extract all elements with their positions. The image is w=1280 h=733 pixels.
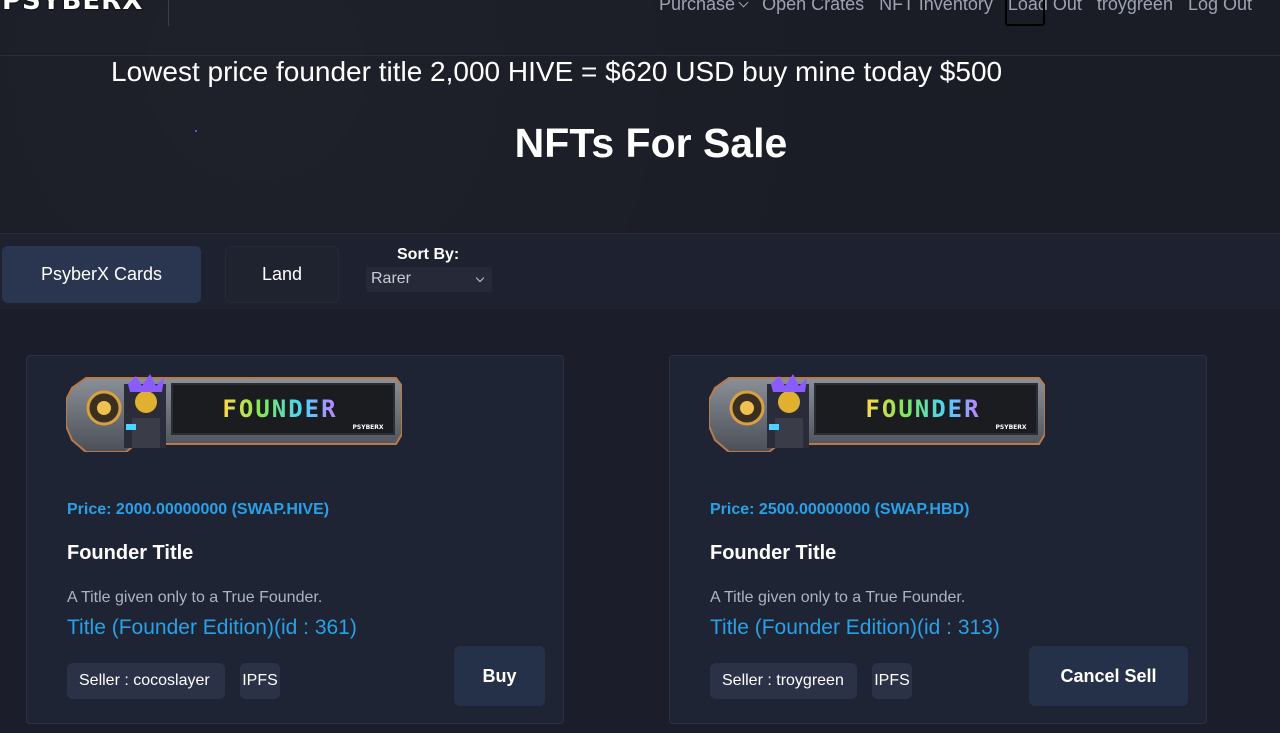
nav-purchase-label: Purchase <box>659 0 736 14</box>
ipfs-badge[interactable]: IPFS <box>240 663 280 699</box>
logo[interactable]: PSYBERX <box>2 0 143 16</box>
promo-text: Lowest price founder title 2,000 HIVE = … <box>111 56 1003 87</box>
page-title: NFTs For Sale <box>514 120 788 166</box>
card-edition-link[interactable]: Title (Founder Edition)(id : 313) <box>710 616 1000 640</box>
banner-founder-text: FOUNDER <box>222 395 337 423</box>
tab-land[interactable]: Land <box>225 246 339 303</box>
card-description: A Title given only to a True Founder. <box>710 589 966 606</box>
sort-select[interactable]: Rarer <box>366 267 492 292</box>
chevron-down-icon <box>738 0 749 8</box>
cancel-sell-button[interactable]: Cancel Sell <box>1029 646 1188 706</box>
seller-badge[interactable]: Seller : cocoslayer <box>67 663 225 699</box>
focus-box <box>1005 0 1045 26</box>
nft-card: FOUNDER PSYBERX Price: 2500.00000000 (SW… <box>669 355 1207 724</box>
navbar: PSYBERX Purchase Open Crates NFT Invento… <box>0 0 1280 56</box>
ipfs-badge[interactable]: IPFS <box>872 663 912 699</box>
nav-log-out[interactable]: Log Out <box>1188 0 1252 15</box>
card-edition-link[interactable]: Title (Founder Edition)(id : 361) <box>67 616 357 640</box>
sort-value: Rarer <box>371 270 412 287</box>
nav-purchase[interactable]: Purchase <box>659 0 749 15</box>
nav-divider <box>168 0 169 26</box>
nav-links: Purchase Open Crates NFT Inventory Load … <box>659 0 1252 15</box>
banner-brand-text: PSYBERX <box>996 424 1027 431</box>
chevron-down-icon <box>475 273 485 283</box>
card-description: A Title given only to a True Founder. <box>67 589 323 606</box>
buy-button[interactable]: Buy <box>454 646 545 706</box>
card-title: Founder Title <box>67 542 194 564</box>
seller-badge[interactable]: Seller : troygreen <box>710 663 857 699</box>
nft-card: FOUNDER PSYBERX Price: 2000.00000000 (SW… <box>26 355 564 724</box>
nav-open-crates[interactable]: Open Crates <box>762 0 864 15</box>
filter-bar: PsyberX Cards Land <box>0 233 1280 309</box>
card-title: Founder Title <box>710 542 837 564</box>
header-area: PSYBERX Purchase Open Crates NFT Invento… <box>0 0 1280 232</box>
banner-brand-text: PSYBERX <box>353 424 384 431</box>
sort-label: Sort By: <box>397 246 460 263</box>
founder-banner-image: FOUNDER PSYBERX <box>66 374 402 452</box>
nav-nft-inventory[interactable]: NFT Inventory <box>879 0 993 15</box>
founder-banner-image: FOUNDER PSYBERX <box>709 374 1045 452</box>
price: Price: 2500.00000000 (SWAP.HBD) <box>710 501 970 518</box>
tab-psyberx-cards[interactable]: PsyberX Cards <box>2 246 201 303</box>
banner-founder-text: FOUNDER <box>865 395 980 423</box>
nav-user[interactable]: troygreen <box>1097 0 1173 15</box>
price: Price: 2000.00000000 (SWAP.HIVE) <box>67 501 330 518</box>
